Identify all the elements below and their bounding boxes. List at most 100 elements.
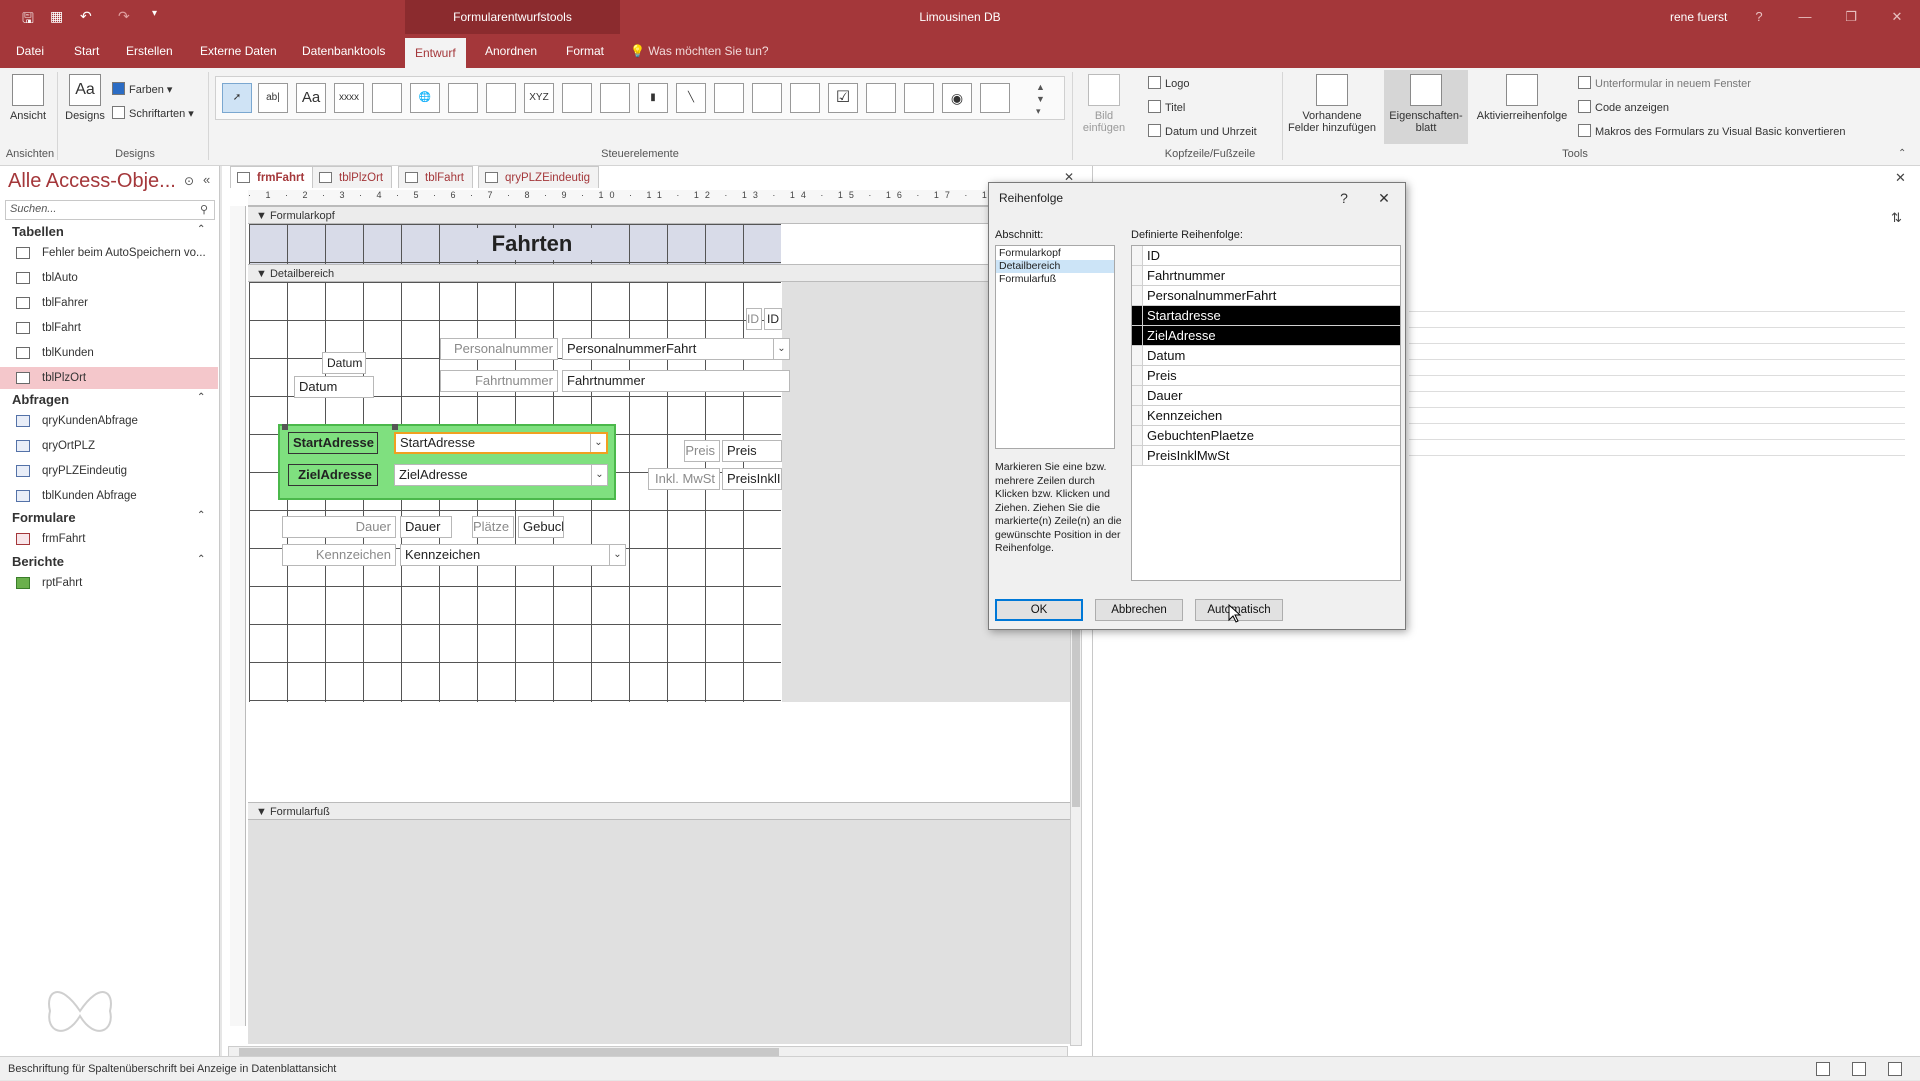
web-browser-tool-icon[interactable] xyxy=(448,83,478,113)
form-view-icon[interactable] xyxy=(1816,1062,1830,1076)
customize-quick-access-icon[interactable]: ▾ xyxy=(152,8,157,19)
view-code-button[interactable]: Code anzeigen xyxy=(1578,100,1669,114)
doc-tab-tblplzort[interactable]: tblPlzOrt xyxy=(312,166,393,188)
toggle-button-tool-icon[interactable] xyxy=(714,83,744,113)
label-tool-icon[interactable]: Aa xyxy=(296,83,326,113)
nav-category-formulare[interactable]: Formulare ⌃ xyxy=(12,510,205,525)
tab-start[interactable]: Start xyxy=(64,34,109,68)
order-row[interactable]: Kennzeichen xyxy=(1132,406,1400,426)
tab-order-list[interactable]: ID Fahrtnummer PersonalnummerFahrt Start… xyxy=(1131,245,1401,581)
nav-item-qryortplz[interactable]: qryOrtPLZ xyxy=(0,435,218,457)
button-tool-icon[interactable]: xxxx xyxy=(334,83,364,113)
add-existing-fields-button[interactable]: Vorhandene Felder hinzufügen xyxy=(1286,74,1378,134)
nav-dropdown-icon[interactable]: ⊙ xyxy=(184,174,194,188)
chart-tool-icon[interactable]: ▮ xyxy=(638,83,668,113)
property-row[interactable] xyxy=(1409,360,1905,376)
insert-image-button[interactable]: Bild einfügen xyxy=(1082,74,1126,134)
title-button[interactable]: Titel xyxy=(1148,100,1185,114)
tab-control-tool-icon[interactable] xyxy=(372,83,402,113)
combo-box-tool-icon[interactable] xyxy=(600,83,630,113)
order-row[interactable]: PreisInklMwSt xyxy=(1132,446,1400,466)
section-formularkopf[interactable]: ▼ Formularkopf xyxy=(248,206,1070,224)
property-row[interactable] xyxy=(1409,344,1905,360)
personalnummer-label[interactable]: Personalnummer xyxy=(440,338,558,360)
chevron-down-icon[interactable]: ⌄ xyxy=(590,434,606,452)
order-row[interactable]: Dauer xyxy=(1132,386,1400,406)
fonts-button[interactable]: Schriftarten ▾ xyxy=(112,106,194,120)
tab-format[interactable]: Format xyxy=(556,34,614,68)
section-formularfuss[interactable]: ▼ Formularfuß xyxy=(248,802,1070,820)
zieladresse-combo[interactable]: ZielAdresse ⌄ xyxy=(394,464,608,486)
design-view-icon[interactable] xyxy=(1888,1062,1902,1076)
fahrtnummer-label[interactable]: Fahrtnummer xyxy=(440,370,558,392)
id-field[interactable]: ID xyxy=(764,308,782,330)
section-list[interactable]: Formularkopf Detailbereich Formularfuß xyxy=(995,245,1115,449)
nav-pane-title[interactable]: Alle Access-Obje... xyxy=(8,170,176,193)
doc-tab-frmfahrt[interactable]: frmFahrt xyxy=(230,166,314,188)
property-row[interactable] xyxy=(1409,376,1905,392)
dialog-help-button[interactable]: ? xyxy=(1331,187,1357,209)
preis-label[interactable]: Preis xyxy=(684,440,720,462)
id-label[interactable]: ID xyxy=(746,308,762,330)
checkbox-tool-icon[interactable]: ☑ xyxy=(828,83,858,113)
section-detailbereich[interactable]: ▼ Detailbereich xyxy=(248,264,1070,282)
doc-tab-tblfahrt[interactable]: tblFahrt xyxy=(398,166,473,188)
chevron-down-icon[interactable]: ⌄ xyxy=(591,465,607,485)
fahrtnummer-field[interactable]: Fahrtnummer xyxy=(562,370,790,392)
close-window-button[interactable]: ✕ xyxy=(1874,0,1920,34)
gallery-scroll[interactable]: ▲ ▼ ▾ xyxy=(1036,81,1045,117)
nav-item-rptfahrt[interactable]: rptFahrt xyxy=(0,572,218,594)
tell-me-search[interactable]: 💡 Was möchten Sie tun? xyxy=(630,34,769,68)
order-row[interactable]: Datum xyxy=(1132,346,1400,366)
order-row-selected[interactable]: ZielAdresse xyxy=(1132,326,1400,346)
nav-category-berichte[interactable]: Berichte ⌃ xyxy=(12,554,205,569)
nav-search-input[interactable]: Suchen... xyxy=(5,200,215,220)
startadresse-label[interactable]: StartAdresse xyxy=(288,432,378,454)
move-handle[interactable] xyxy=(392,424,398,430)
nav-category-abfragen[interactable]: Abfragen ⌃ xyxy=(12,392,205,407)
order-row[interactable]: Fahrtnummer xyxy=(1132,266,1400,286)
tab-entwurf[interactable]: Entwurf xyxy=(405,38,466,68)
nav-item-tblplzort[interactable]: tblPlzOrt xyxy=(0,367,218,389)
property-row[interactable] xyxy=(1409,424,1905,440)
select-tool-icon[interactable]: ➚ xyxy=(222,83,252,113)
colors-button[interactable]: Farben ▾ xyxy=(112,82,172,96)
redo-icon[interactable]: ↷ xyxy=(118,8,130,25)
dauer-label[interactable]: Dauer xyxy=(282,516,396,538)
datum-label[interactable]: Datum xyxy=(322,352,366,374)
property-row[interactable] xyxy=(1409,408,1905,424)
rectangle-tool-icon[interactable] xyxy=(790,83,820,113)
close-property-sheet-button[interactable]: ✕ xyxy=(1895,170,1906,186)
collapse-ribbon-icon[interactable]: ⌃ xyxy=(1898,148,1906,159)
line-tool-icon[interactable]: ╲ xyxy=(676,83,706,113)
nav-item-autospeichern[interactable]: Fehler beim AutoSpeichern vo... xyxy=(0,242,218,264)
property-row[interactable] xyxy=(1409,312,1905,328)
dauer-field[interactable]: Dauer xyxy=(400,516,452,538)
attachment-tool-icon[interactable] xyxy=(904,83,934,113)
property-sheet-button[interactable]: Eigenschaften-blatt xyxy=(1384,70,1468,144)
minimize-button[interactable]: — xyxy=(1782,0,1828,34)
chevron-down-icon[interactable]: ⌄ xyxy=(773,339,789,359)
page-break-tool-icon[interactable] xyxy=(562,83,592,113)
list-box-tool-icon[interactable] xyxy=(752,83,782,113)
convert-macros-button[interactable]: Makros des Formulars zu Visual Basic kon… xyxy=(1578,124,1845,138)
image-tool-icon[interactable] xyxy=(866,83,896,113)
doc-tab-qryplzeindeutig[interactable]: qryPLZEindeutig xyxy=(478,166,600,188)
preis-field[interactable]: Preis xyxy=(722,440,782,462)
mwst-label[interactable]: Inkl. MwSt xyxy=(648,468,720,490)
preisinkl-field[interactable]: PreisInklI xyxy=(722,468,782,490)
subform-new-window-button[interactable]: Unterformular in neuem Fenster xyxy=(1578,76,1751,90)
cancel-button[interactable]: Abbrechen xyxy=(1095,599,1183,621)
chevron-down-icon[interactable]: ⌄ xyxy=(609,545,625,565)
order-row[interactable]: PersonalnummerFahrt xyxy=(1132,286,1400,306)
section-item-detailbereich[interactable]: Detailbereich xyxy=(996,260,1114,273)
restore-button[interactable]: ❐ xyxy=(1828,0,1874,34)
datum-field[interactable]: Datum xyxy=(294,376,374,398)
order-row[interactable]: GebuchtenPlaetze xyxy=(1132,426,1400,446)
tab-anordnen[interactable]: Anordnen xyxy=(475,34,547,68)
order-row[interactable]: Preis xyxy=(1132,366,1400,386)
date-time-button[interactable]: Datum und Uhrzeit xyxy=(1148,124,1257,138)
help-button[interactable]: ? xyxy=(1736,0,1782,34)
gebucht-field[interactable]: Gebucl xyxy=(518,516,564,538)
order-row[interactable]: ID xyxy=(1132,246,1400,266)
